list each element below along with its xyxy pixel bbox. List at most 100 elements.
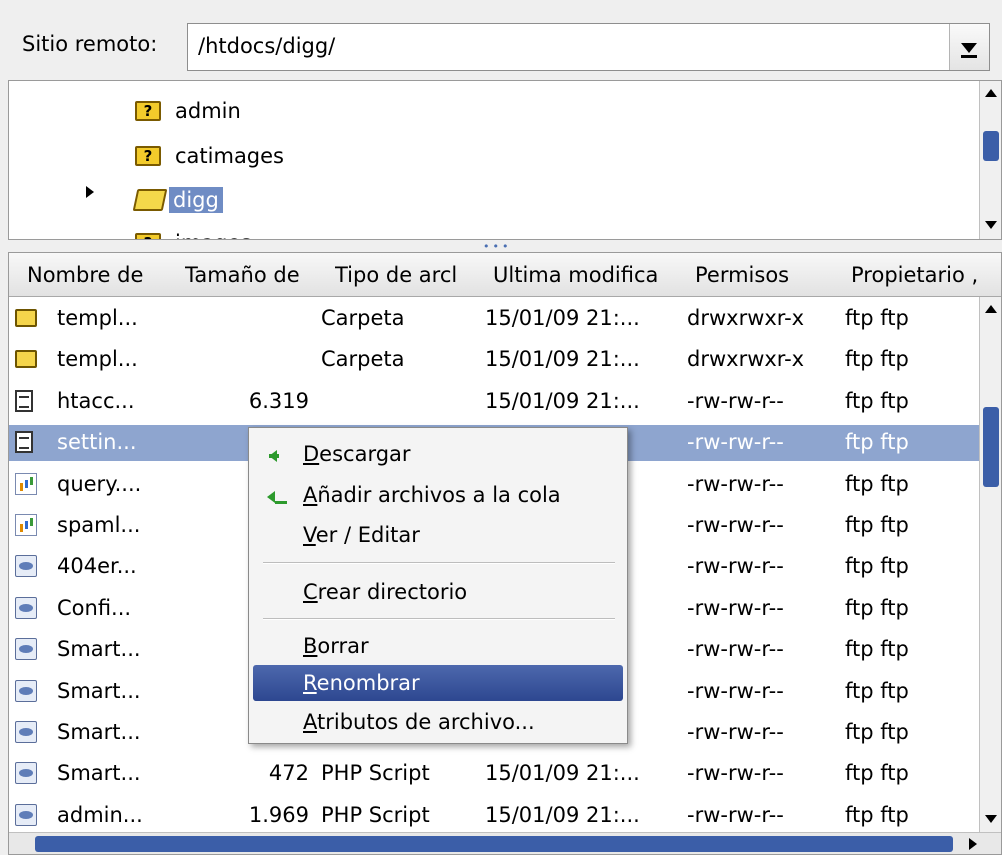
file-type-cell: Carpeta: [321, 306, 405, 330]
remote-site-label: Sitio remoto:: [22, 32, 158, 56]
file-row[interactable]: Smart... 472 PHP Script 15/01/09 21:... -rw-…: [9, 756, 979, 792]
file-permissions-cell: -rw-rw-r--: [687, 761, 784, 785]
file-name-cell: query....: [57, 472, 142, 496]
tree-item-digg[interactable]: digg: [132, 182, 223, 218]
file-permissions-cell: -rw-rw-r--: [687, 472, 784, 496]
file-owner-cell: ftp ftp: [845, 596, 909, 620]
file-size-cell: 6.319: [248, 389, 309, 413]
tree-item-catimages[interactable]: ? catimages: [135, 138, 288, 174]
file-modified-cell: 15/01/09 21:...: [485, 389, 640, 413]
file-permissions-cell: drwxrwxr-x: [687, 347, 805, 371]
menu-separator: [263, 562, 615, 564]
file-permissions-cell: -rw-rw-r--: [687, 554, 784, 578]
column-header-modified[interactable]: Ultima modifica: [493, 263, 683, 287]
remote-directory-tree[interactable]: ? admin ? catimages digg ? images: [8, 80, 1002, 240]
php-file-icon: [15, 555, 37, 577]
file-permissions-cell: -rw-rw-r--: [687, 596, 784, 620]
file-list-horizontal-scrollbar[interactable]: [9, 832, 1001, 854]
column-header-type[interactable]: Tipo de arcl: [335, 263, 483, 287]
column-header-owner[interactable]: Propietario ,: [851, 263, 1001, 287]
column-header-size[interactable]: Tamaño de: [185, 263, 325, 287]
file-name-cell: htacc...: [57, 389, 135, 413]
php-file-icon: [15, 721, 37, 743]
scroll-right-icon[interactable]: [969, 838, 977, 850]
tree-expander-icon[interactable]: [86, 186, 94, 198]
file-modified-cell: 15/01/09 21:...: [485, 761, 640, 785]
file-owner-cell: ftp ftp: [845, 430, 909, 454]
scrollbar-thumb[interactable]: [983, 131, 999, 161]
file-owner-cell: ftp ftp: [845, 803, 909, 827]
file-owner-cell: ftp ftp: [845, 554, 909, 578]
file-owner-cell: ftp ftp: [845, 637, 909, 661]
file-owner-cell: ftp ftp: [845, 306, 909, 330]
php-file-icon: [15, 762, 37, 784]
scroll-down-icon[interactable]: [985, 815, 997, 823]
folder-icon: [15, 350, 37, 368]
folder-unknown-icon: ?: [135, 146, 161, 166]
scroll-up-icon[interactable]: [985, 305, 997, 313]
menu-item-download[interactable]: Descargar: [253, 436, 623, 472]
php-file-icon: [15, 804, 37, 826]
file-name-cell: templ...: [57, 306, 138, 330]
file-row[interactable]: htacc... 6.319 15/01/09 21:... -rw-rw-r-- ft…: [9, 384, 979, 420]
file-list-vertical-scrollbar[interactable]: [979, 297, 1001, 832]
file-permissions-cell: -rw-rw-r--: [687, 679, 784, 703]
remote-path-combobox[interactable]: /htdocs/digg/: [187, 23, 990, 71]
text-file-icon: [15, 390, 33, 412]
scrollbar-thumb[interactable]: [35, 836, 953, 852]
folder-unknown-icon: ?: [135, 233, 161, 239]
file-permissions-cell: -rw-rw-r--: [687, 430, 784, 454]
file-name-cell: Smart...: [57, 761, 141, 785]
file-row[interactable]: templ... Carpeta 15/01/09 21:... drwxrwxr-x…: [9, 301, 979, 337]
file-permissions-cell: -rw-rw-r--: [687, 637, 784, 661]
file-type-cell: PHP Script: [321, 761, 430, 785]
file-name-cell: Smart...: [57, 679, 141, 703]
remote-path-value[interactable]: /htdocs/digg/: [198, 34, 335, 58]
column-header-permissions[interactable]: Permisos: [695, 263, 825, 287]
remote-site-bar: Sitio remoto: /htdocs/digg/: [0, 0, 1002, 88]
chart-file-icon: [15, 514, 37, 536]
php-file-icon: [15, 680, 37, 702]
php-file-icon: [15, 597, 37, 619]
file-permissions-cell: -rw-rw-r--: [687, 513, 784, 537]
tree-item-admin[interactable]: ? admin: [135, 93, 245, 129]
php-file-icon: [15, 638, 37, 660]
file-name-cell: spaml...: [57, 513, 141, 537]
menu-item-delete[interactable]: Borrar: [253, 628, 623, 664]
tree-item-images[interactable]: ? images: [135, 225, 255, 239]
file-size-cell: 1.969: [248, 803, 309, 827]
menu-item-rename[interactable]: Renombrar: [253, 665, 623, 701]
file-row[interactable]: templ... Carpeta 15/01/09 21:... drwxrwxr-x…: [9, 342, 979, 378]
file-permissions-cell: -rw-rw-r--: [687, 389, 784, 413]
file-owner-cell: ftp ftp: [845, 513, 909, 537]
file-name-cell: Smart...: [57, 637, 141, 661]
tree-item-label: digg: [169, 187, 223, 213]
tree-vertical-scrollbar[interactable]: [979, 81, 1001, 239]
file-name-cell: Confi...: [57, 596, 132, 620]
menu-item-add-to-queue[interactable]: Añadir archivos a la cola: [253, 477, 623, 513]
scrollbar-thumb[interactable]: [983, 407, 999, 487]
menu-item-view-edit[interactable]: Ver / Editar: [253, 517, 623, 553]
text-file-icon: [15, 431, 33, 453]
file-row[interactable]: admin... 1.969 PHP Script 15/01/09 21:... -r…: [9, 798, 979, 834]
column-header-name[interactable]: Nombre de: [27, 263, 175, 287]
tree-item-label: images: [171, 230, 255, 239]
file-name-cell: 404er...: [57, 554, 137, 578]
combobox-dropdown-button[interactable]: [949, 24, 989, 70]
file-permissions-cell: drwxrwxr-x: [687, 306, 805, 330]
menu-separator: [263, 618, 615, 620]
file-name-cell: settin...: [57, 430, 137, 454]
file-owner-cell: ftp ftp: [845, 472, 909, 496]
file-modified-cell: 15/01/09 21:...: [485, 803, 640, 827]
menu-item-file-attributes[interactable]: Atributos de archivo...: [253, 704, 623, 740]
file-name-cell: Smart...: [57, 720, 141, 744]
file-list-header: Nombre de Tamaño de Tipo de arcl Ultima …: [9, 253, 1001, 297]
scroll-down-icon[interactable]: [985, 221, 997, 229]
file-owner-cell: ftp ftp: [845, 389, 909, 413]
scroll-up-icon[interactable]: [985, 89, 997, 97]
file-permissions-cell: -rw-rw-r--: [687, 720, 784, 744]
folder-unknown-icon: ?: [135, 101, 161, 121]
menu-item-create-directory[interactable]: Crear directorio: [253, 574, 623, 610]
file-type-cell: PHP Script: [321, 803, 430, 827]
file-owner-cell: ftp ftp: [845, 679, 909, 703]
